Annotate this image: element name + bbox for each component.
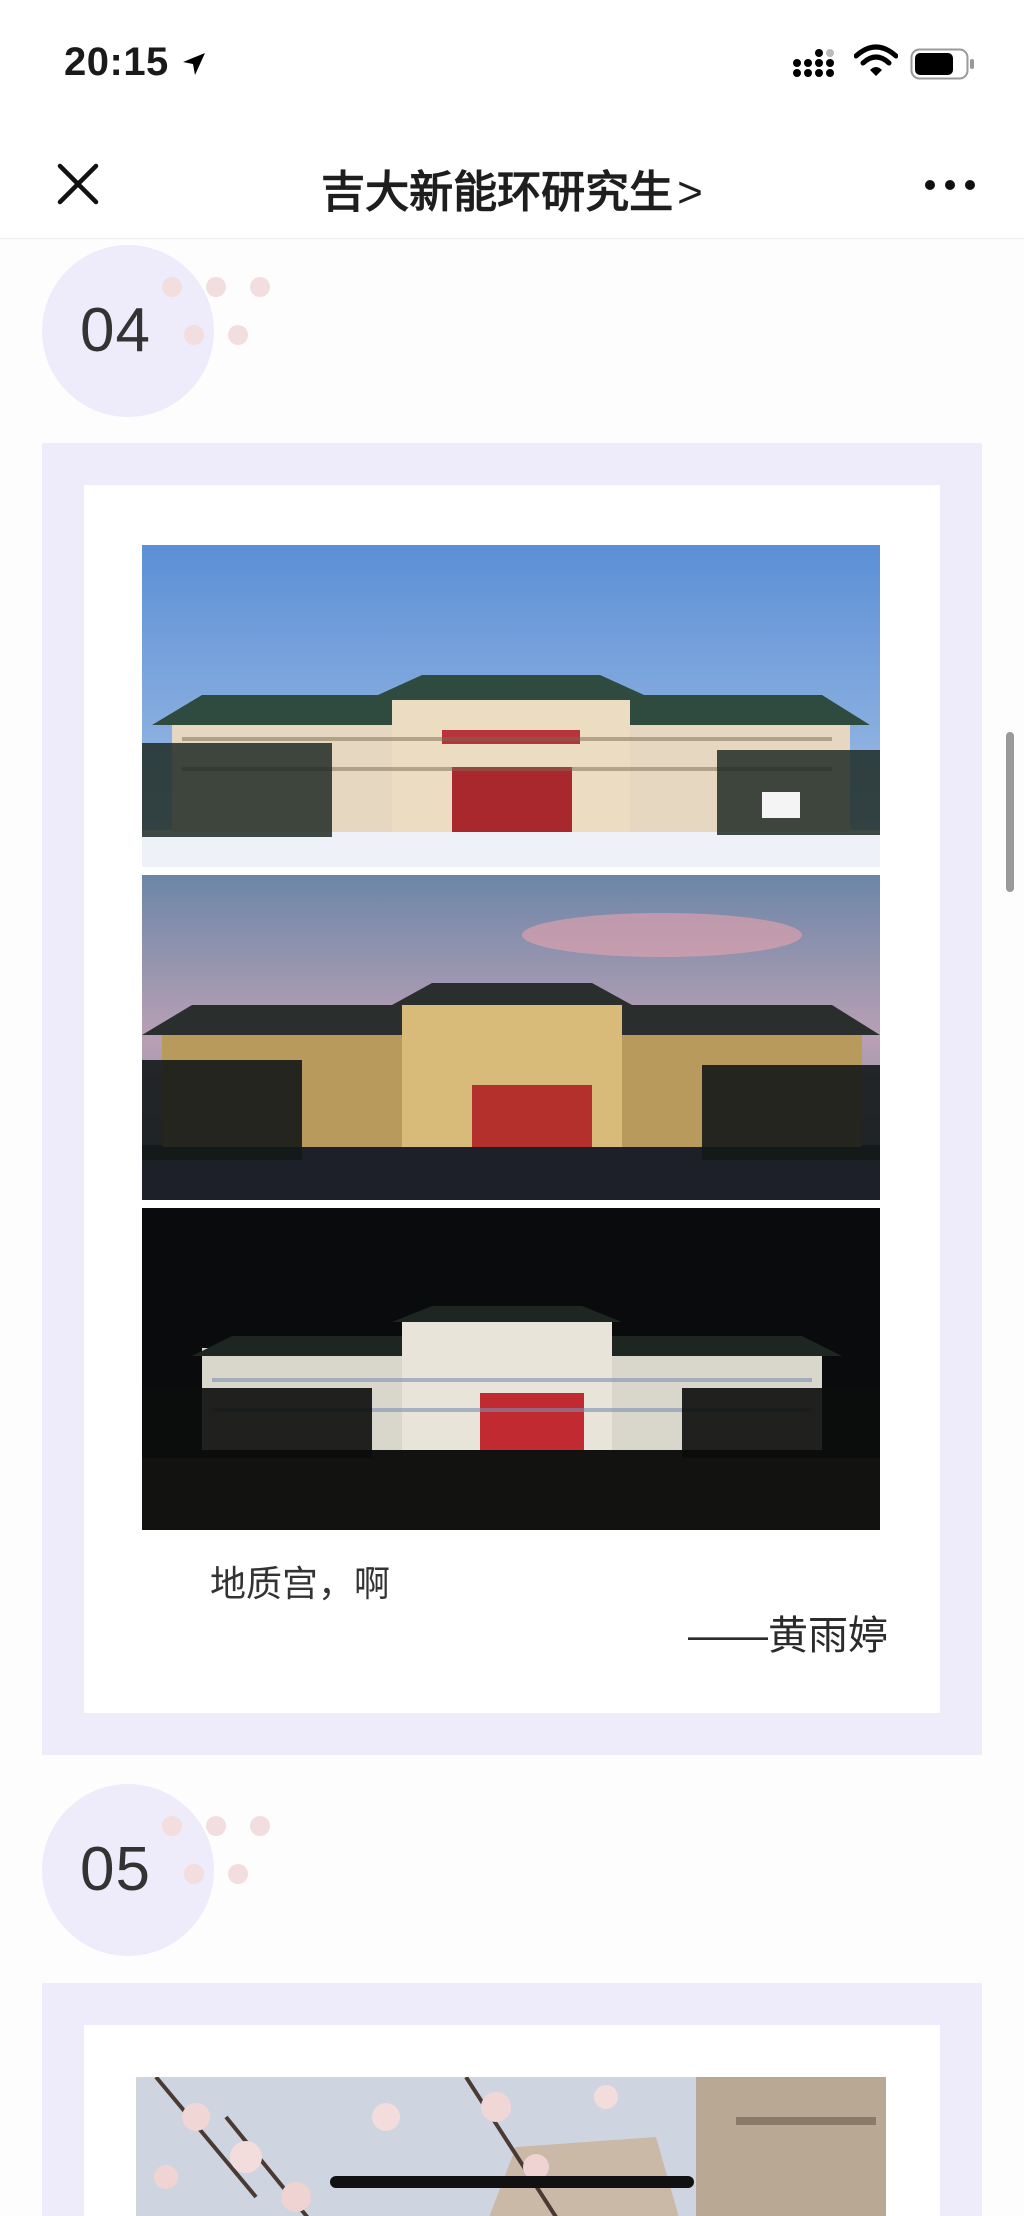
section-header-04: 04 bbox=[42, 245, 442, 421]
card-body: 地质宫，啊 ——黄雨婷 bbox=[84, 485, 940, 1713]
decor-dot bbox=[206, 1816, 226, 1836]
chevron-right-icon: > bbox=[677, 168, 703, 217]
nav-bar: 吉大新能环研究生> bbox=[0, 130, 1024, 239]
building-dusk-photo[interactable] bbox=[142, 875, 880, 1200]
status-bar: 20:15 bbox=[0, 0, 1024, 130]
more-icon bbox=[925, 180, 975, 190]
wifi-icon bbox=[854, 44, 898, 76]
decor-dot bbox=[250, 1816, 270, 1836]
section-header-05: 05 bbox=[42, 1784, 442, 1960]
section-number: 05 bbox=[80, 1835, 151, 1904]
home-indicator[interactable] bbox=[330, 2176, 694, 2188]
cherry-blossom-photo[interactable] bbox=[136, 2077, 886, 2216]
article-content[interactable]: 04 地质宫，啊 ——黄雨婷 05 bbox=[0, 239, 1024, 2216]
close-icon bbox=[57, 163, 99, 205]
more-button[interactable] bbox=[920, 170, 980, 200]
account-title-link[interactable]: 吉大新能环研究生> bbox=[250, 156, 774, 220]
decor-dot bbox=[162, 277, 182, 297]
location-arrow-icon bbox=[183, 53, 205, 75]
decor-dot bbox=[162, 1816, 182, 1836]
account-title: 吉大新能环研究生 bbox=[321, 168, 674, 217]
decor-dot bbox=[228, 325, 248, 345]
scrollbar-thumb[interactable] bbox=[1006, 732, 1014, 892]
decor-dot bbox=[184, 1864, 204, 1884]
section-card-04: 地质宫，啊 ——黄雨婷 bbox=[42, 443, 982, 1755]
decor-dot bbox=[250, 277, 270, 297]
close-button[interactable] bbox=[50, 156, 106, 212]
decor-dot bbox=[228, 1864, 248, 1884]
building-daytime-photo[interactable] bbox=[142, 545, 880, 867]
photo-caption: 地质宫，啊 bbox=[210, 1563, 391, 1604]
caption-author: ——黄雨婷 bbox=[688, 1614, 888, 1658]
status-time: 20:15 bbox=[64, 40, 169, 84]
decor-dot bbox=[206, 277, 226, 297]
cellular-signal-icon bbox=[793, 49, 834, 77]
section-number: 04 bbox=[80, 296, 151, 365]
building-night-photo[interactable] bbox=[142, 1208, 880, 1530]
battery-icon bbox=[910, 48, 974, 80]
decor-dot bbox=[184, 325, 204, 345]
